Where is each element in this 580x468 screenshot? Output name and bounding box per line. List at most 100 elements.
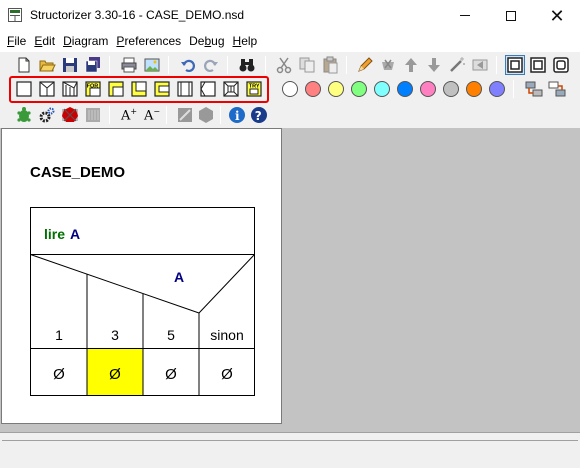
print-button[interactable]: [119, 55, 139, 75]
scissors-icon: [276, 57, 292, 74]
help-icon: ?: [251, 107, 267, 123]
view-unboxed-button[interactable]: [505, 55, 525, 75]
font-up-icon: A+: [120, 106, 138, 124]
save-button[interactable]: [60, 55, 80, 75]
case-selector: A: [174, 269, 184, 285]
new-file-button[interactable]: [14, 55, 34, 75]
case-label-1: 1: [55, 327, 63, 343]
view-packed-button[interactable]: [551, 55, 571, 75]
empty-branch-symbol: Ø: [109, 366, 121, 383]
magic-wand-icon: [450, 57, 465, 72]
menu-file[interactable]: File: [3, 32, 30, 51]
instruction-keyword: lire: [44, 226, 65, 242]
run-step-button[interactable]: [83, 105, 103, 125]
color-swatch[interactable]: [305, 81, 321, 97]
font-up-button[interactable]: A+: [119, 105, 139, 125]
toolbar-debug: A+ A− i ?: [0, 102, 580, 128]
save-disk-icon: [63, 58, 77, 72]
stop-button[interactable]: [60, 105, 80, 125]
save-all-button[interactable]: [83, 55, 103, 75]
delete-icon: [382, 59, 394, 70]
maximize-button[interactable]: [488, 0, 534, 31]
transmute-button[interactable]: [447, 55, 467, 75]
menu-diagram[interactable]: Diagram: [59, 32, 112, 51]
window-title: Structorizer 3.30-16 - CASE_DEMO.nsd: [30, 8, 245, 22]
hexagon-icon: [199, 107, 213, 123]
undo-button[interactable]: [178, 55, 198, 75]
diagram-title[interactable]: CASE_DEMO: [30, 164, 125, 181]
color-swatch[interactable]: [374, 81, 390, 97]
analyser-button[interactable]: [175, 105, 195, 125]
menu-edit[interactable]: Edit: [30, 32, 59, 51]
menu-debug[interactable]: Debug: [185, 32, 228, 51]
color-swatch[interactable]: [443, 81, 459, 97]
color-swatch[interactable]: [489, 81, 505, 97]
empty-branch-symbol: Ø: [221, 366, 233, 383]
toolbar-file-edit: [0, 52, 580, 78]
empty-branch-symbol: Ø: [53, 366, 65, 383]
redo-icon: [204, 59, 218, 73]
collapse-icon: [472, 59, 488, 71]
turtle-button[interactable]: [14, 105, 34, 125]
element-toolbar-highlight: [9, 76, 269, 103]
export-picture-button[interactable]: [142, 55, 162, 75]
empty-branch-symbol: Ø: [165, 366, 177, 383]
analyser-icon: [178, 108, 192, 122]
cut-button[interactable]: [274, 55, 294, 75]
color-swatch[interactable]: [351, 81, 367, 97]
instruction-text: lire A: [44, 226, 80, 242]
font-down-button[interactable]: A−: [142, 105, 162, 125]
copy-icon: [299, 57, 315, 73]
menu-help[interactable]: Help: [229, 32, 262, 51]
inline-button[interactable]: [547, 79, 567, 99]
boxed-icon: [530, 57, 546, 73]
about-button[interactable]: i: [227, 105, 247, 125]
color-swatch[interactable]: [466, 81, 482, 97]
toolbar-separator: [496, 56, 497, 74]
color-swatch[interactable]: [420, 81, 436, 97]
redo-button[interactable]: [201, 55, 221, 75]
find-button[interactable]: [237, 55, 257, 75]
toolbar-separator: [220, 106, 221, 124]
help-label: ?: [255, 109, 262, 123]
paste-button[interactable]: [320, 55, 340, 75]
arrange-button[interactable]: [196, 105, 216, 125]
close-button[interactable]: ✕: [534, 0, 580, 31]
move-up-button[interactable]: [401, 55, 421, 75]
maximize-icon: [506, 10, 516, 21]
delete-element-button[interactable]: [378, 55, 398, 75]
color-swatch[interactable]: [397, 81, 413, 97]
help-button[interactable]: ?: [249, 105, 269, 125]
instruction-variable: A: [70, 226, 80, 242]
color-swatch[interactable]: [282, 81, 298, 97]
turtle-icon: [17, 107, 31, 122]
toolbar-separator: [513, 80, 514, 98]
collapse-button[interactable]: [470, 55, 490, 75]
color-swatch[interactable]: [328, 81, 344, 97]
packed-box-icon: [553, 57, 569, 73]
nested-box-icon: [507, 57, 523, 73]
move-down-button[interactable]: [424, 55, 444, 75]
outsource-icon: [525, 81, 543, 97]
minimize-icon: [460, 15, 470, 16]
nassi-shneiderman-diagram[interactable]: lire A A 1 3 5 sinon Ø Ø Ø Ø: [30, 207, 255, 396]
menu-bar: File Edit Diagram Preferences Debug Help: [0, 31, 580, 52]
view-boxed-button[interactable]: [528, 55, 548, 75]
picture-icon: [144, 58, 160, 72]
minimize-button[interactable]: [442, 0, 488, 31]
copy-button[interactable]: [297, 55, 317, 75]
toolbar-separator: [166, 106, 167, 124]
status-divider: [2, 440, 578, 441]
new-file-icon: [18, 57, 30, 73]
toolbar-separator: [346, 56, 347, 74]
case-label-sinon: sinon: [210, 327, 243, 343]
executor-button[interactable]: [37, 105, 57, 125]
diagram-canvas[interactable]: CASE_DEMO lire A A 1 3 5 sinon Ø Ø Ø Ø: [1, 128, 282, 424]
edit-element-button[interactable]: [355, 55, 375, 75]
menu-preferences[interactable]: Preferences: [112, 32, 185, 51]
outsource-button[interactable]: [524, 79, 544, 99]
printer-icon: [121, 57, 137, 73]
open-file-button[interactable]: [37, 55, 57, 75]
gears-icon: [39, 107, 55, 123]
inline-icon: [548, 81, 566, 97]
